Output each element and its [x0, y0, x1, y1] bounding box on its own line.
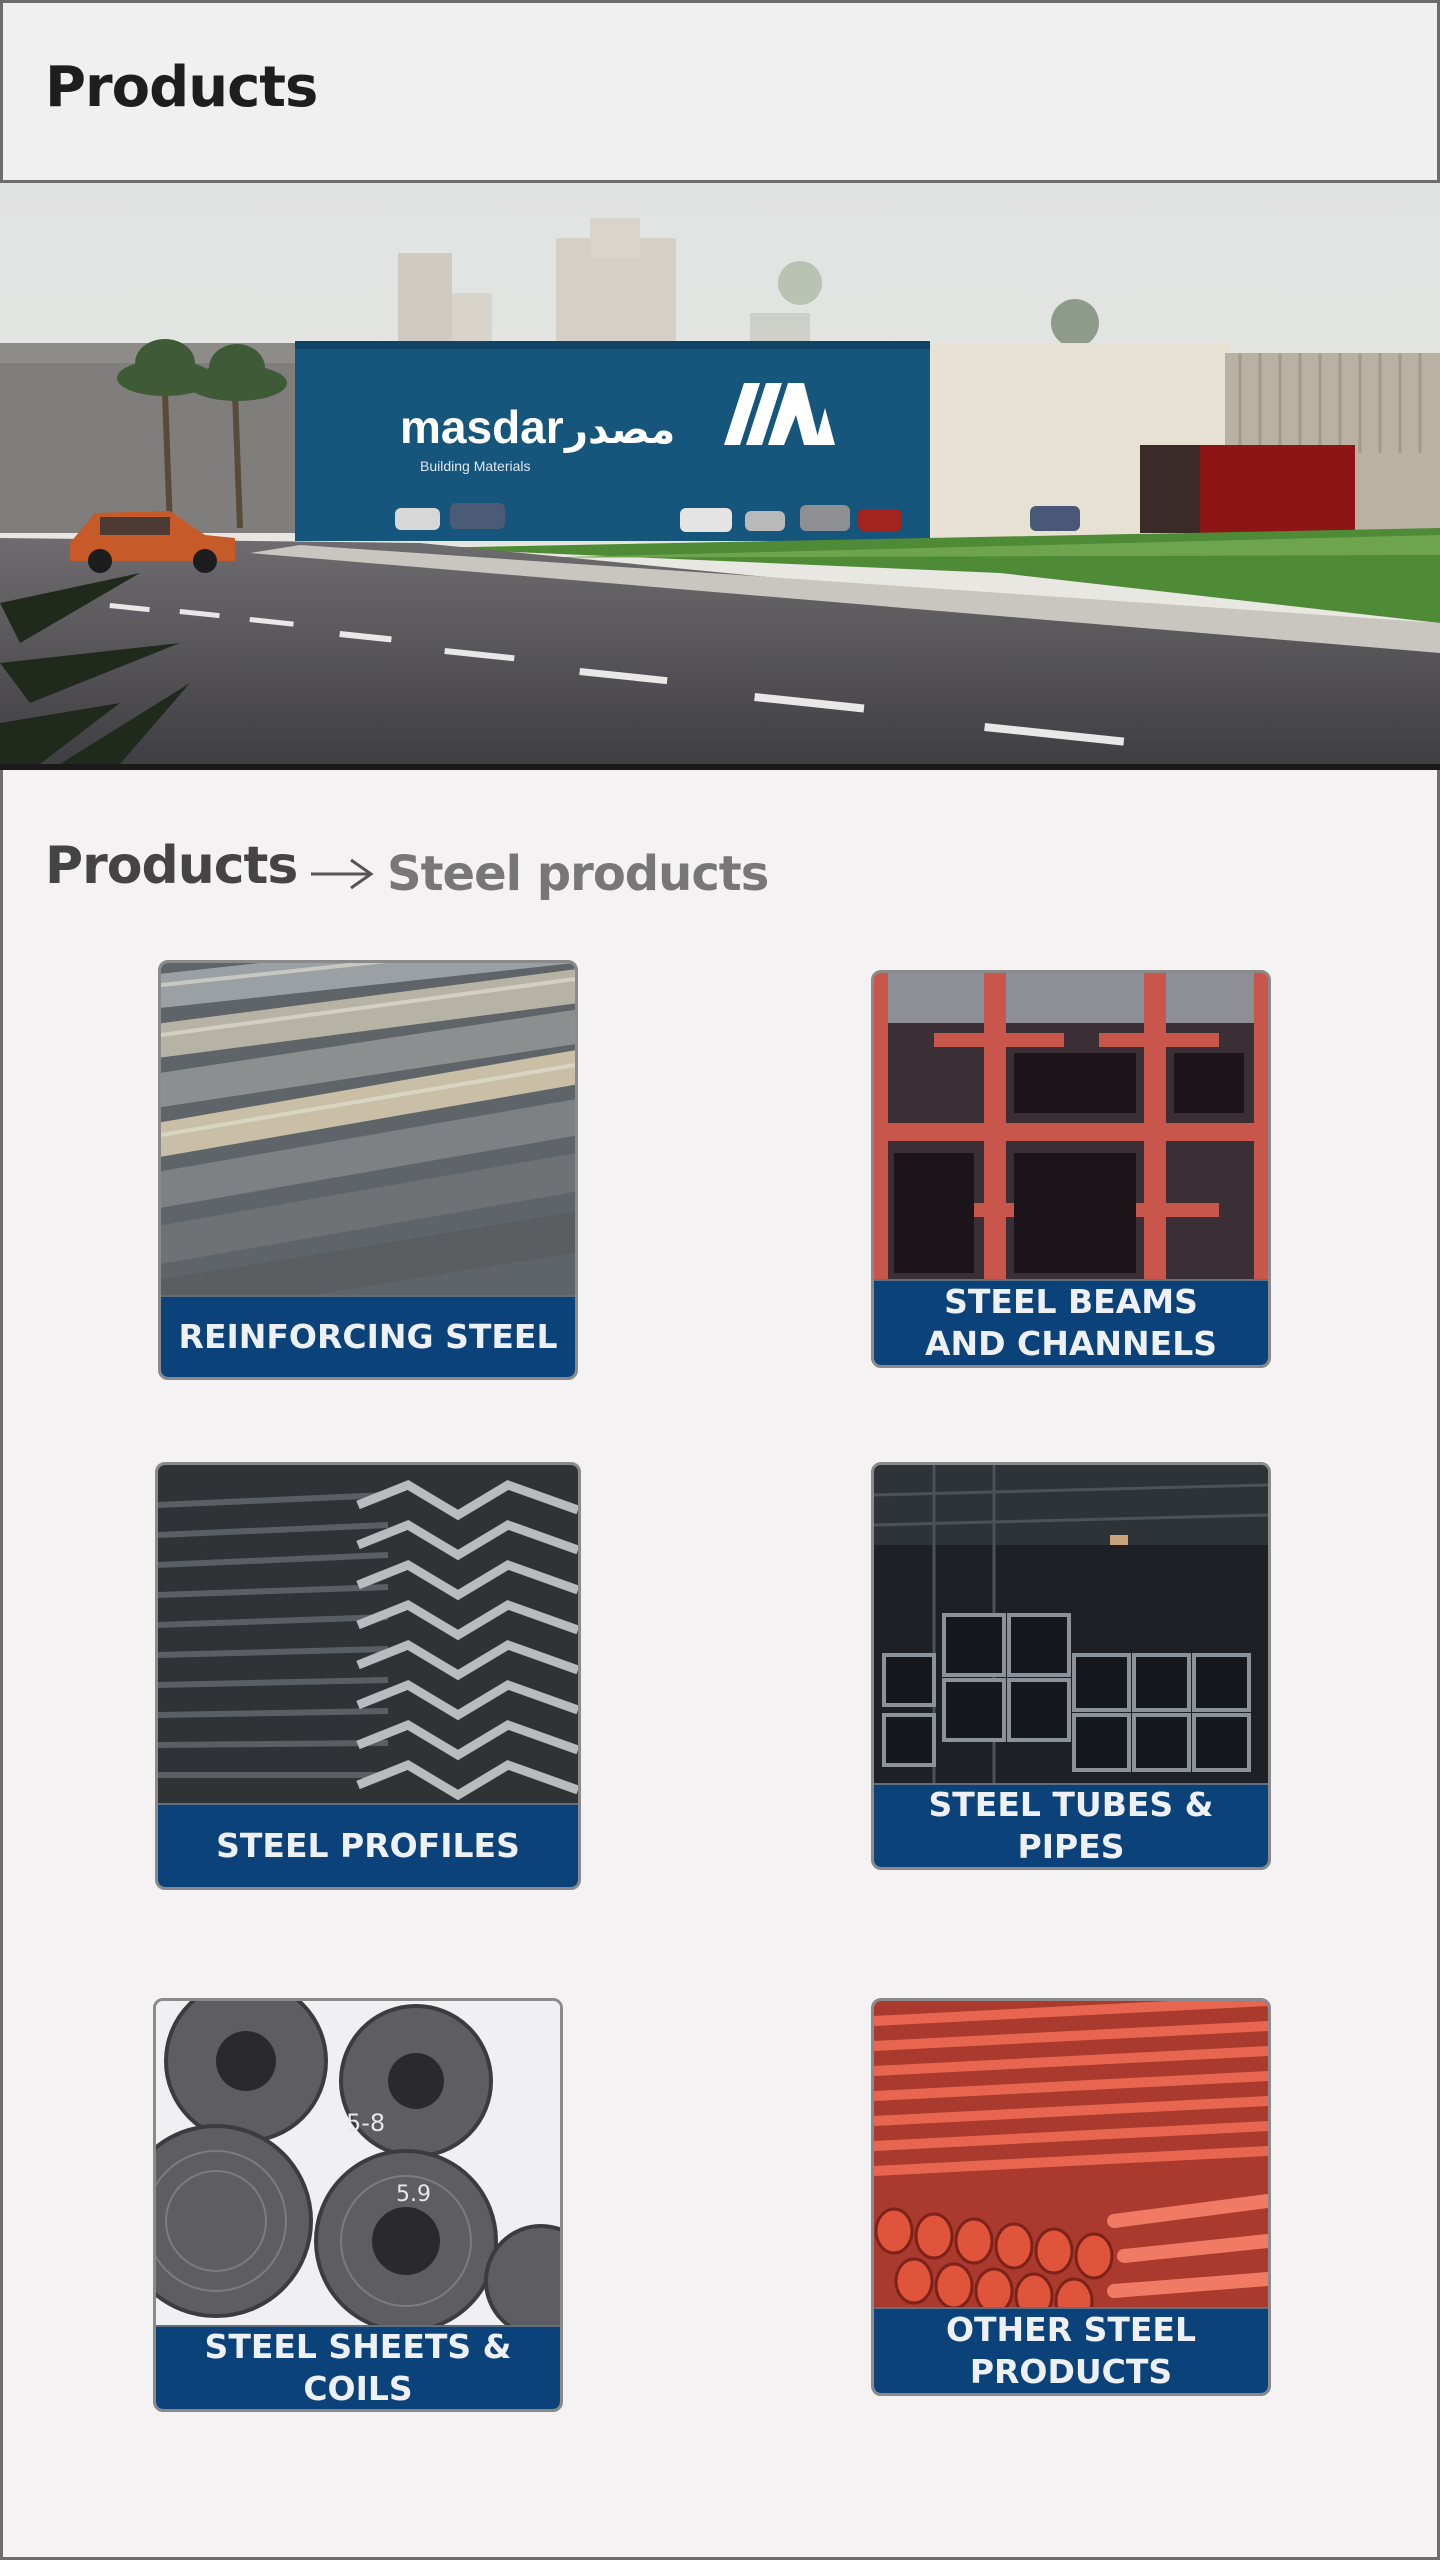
reinforcing-steel-image	[161, 963, 575, 1297]
steel-profiles-image	[158, 1465, 578, 1805]
svg-text:5.9: 5.9	[396, 2182, 431, 2207]
hero-banner-image: masdar مصدر Building Materials	[0, 183, 1440, 770]
product-tile-steel-tubes-and-pipes[interactable]: STEEL TUBES & PIPES	[871, 1462, 1271, 1870]
page-title: Products	[45, 55, 318, 120]
steel-coils-image: 5-8 5.9	[156, 2001, 560, 2327]
product-tile-other-steel-products[interactable]: OTHER STEEL PRODUCTS	[871, 1998, 1271, 2396]
arrow-right-icon	[307, 852, 377, 897]
svg-text:Building Materials: Building Materials	[420, 458, 531, 474]
product-label: REINFORCING STEEL	[161, 1295, 575, 1377]
product-label: STEEL TUBES & PIPES	[874, 1783, 1268, 1867]
products-content: Products Steel products REINFORCING STEE…	[0, 770, 1440, 2560]
product-label: STEEL BEAMS AND CHANNELS	[874, 1279, 1268, 1365]
product-label: STEEL PROFILES	[158, 1803, 578, 1887]
app-header: Products	[0, 0, 1440, 183]
svg-text:مصدر: مصدر	[563, 407, 675, 453]
product-label: OTHER STEEL PRODUCTS	[874, 2307, 1268, 2393]
product-tile-steel-profiles[interactable]: STEEL PROFILES	[155, 1462, 581, 1890]
other-steel-products-image	[874, 2001, 1268, 2313]
product-label: STEEL SHEETS & COILS	[156, 2325, 560, 2409]
svg-text:masdar: masdar	[400, 401, 564, 453]
product-tile-reinforcing-steel[interactable]: REINFORCING STEEL	[158, 960, 578, 1380]
svg-text:5-8: 5-8	[346, 2109, 385, 2137]
breadcrumb-root-link[interactable]: Products	[45, 836, 298, 896]
steel-beams-image	[874, 973, 1268, 1283]
steel-tubes-image	[874, 1465, 1268, 1785]
breadcrumb-current: Steel products	[387, 846, 769, 902]
product-tile-steel-beams-and-channels[interactable]: STEEL BEAMS AND CHANNELS	[871, 970, 1271, 1368]
product-tile-steel-sheets-and-coils[interactable]: 5-8 5.9 STEEL SHEETS & COILS	[153, 1998, 563, 2412]
